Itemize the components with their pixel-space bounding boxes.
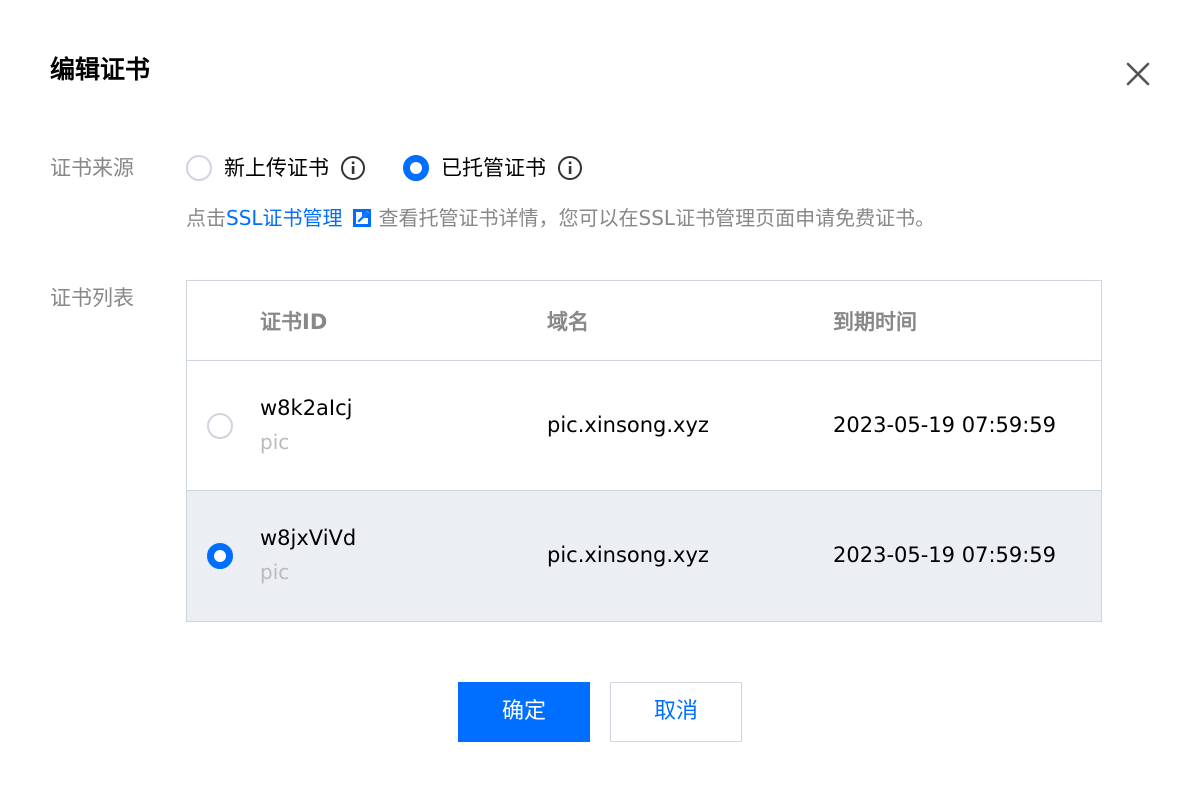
cancel-button[interactable]: 取消: [610, 682, 742, 742]
cert-list-label: 证书列表: [50, 286, 134, 310]
hint-suffix: 查看托管证书详情，您可以在SSL证书管理页面申请免费证书。: [378, 206, 936, 230]
cert-source-radio-group: 新上传证书 已托管证书: [186, 150, 584, 186]
row-radio[interactable]: [207, 543, 233, 569]
cert-id-cell: w8k2aIcj pic: [260, 393, 353, 457]
table-row[interactable]: w8k2aIcj pic pic.xinsong.xyz 2023-05-19 …: [187, 361, 1101, 491]
radio-new-upload[interactable]: [186, 155, 212, 181]
cert-source-hint: 点击 SSL证书管理 查看托管证书详情，您可以在SSL证书管理页面申请免费证书。: [186, 203, 935, 233]
dialog-title: 编辑证书: [50, 55, 151, 84]
cert-id: w8k2aIcj: [260, 396, 353, 420]
cert-id: w8jxViVd: [260, 526, 357, 550]
radio-option-new-upload[interactable]: 新上传证书: [186, 153, 367, 183]
table-header: 证书ID 域名 到期时间: [187, 281, 1101, 361]
cert-expires: 2023-05-19 07:59:59: [833, 543, 1057, 567]
cert-source-label: 证书来源: [50, 156, 134, 180]
radio-hosted[interactable]: [403, 155, 429, 181]
radio-option-hosted[interactable]: 已托管证书: [403, 153, 584, 183]
column-header-cert-id: 证书ID: [260, 310, 328, 334]
cert-domain: pic.xinsong.xyz: [547, 413, 709, 437]
hint-prefix: 点击: [186, 206, 226, 230]
cert-domain: pic.xinsong.xyz: [547, 543, 709, 567]
cert-alias: pic: [260, 560, 290, 584]
column-header-expires: 到期时间: [833, 310, 917, 334]
external-link-icon[interactable]: [351, 207, 373, 229]
radio-label-hosted: 已托管证书: [441, 156, 546, 180]
ssl-cert-management-link[interactable]: SSL证书管理: [226, 203, 343, 233]
cert-id-cell: w8jxViVd pic: [260, 523, 356, 587]
column-header-domain: 域名: [547, 310, 589, 334]
close-button[interactable]: [1122, 58, 1154, 90]
table-row[interactable]: w8jxViVd pic pic.xinsong.xyz 2023-05-19 …: [187, 491, 1101, 621]
cert-table: 证书ID 域名 到期时间 w8k2aIcj pic pic.xinsong.xy…: [186, 280, 1102, 622]
confirm-button[interactable]: 确定: [458, 682, 590, 742]
cert-expires: 2023-05-19 07:59:59: [833, 413, 1057, 437]
close-icon: [1126, 62, 1150, 86]
row-radio[interactable]: [207, 413, 233, 439]
cert-alias: pic: [260, 430, 290, 454]
info-icon[interactable]: [339, 154, 367, 182]
radio-label-new-upload: 新上传证书: [224, 156, 329, 180]
info-icon[interactable]: [556, 154, 584, 182]
